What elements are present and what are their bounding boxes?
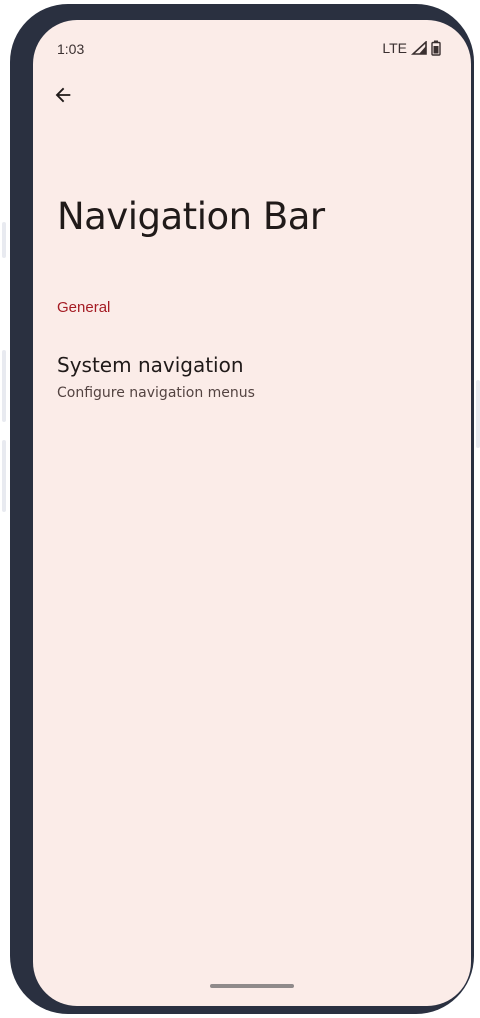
device-frame: 1:03 LTE Navigation Bar General System n… (10, 4, 474, 1014)
device-side-button (2, 222, 6, 258)
page-title: Navigation Bar (57, 195, 325, 238)
home-indicator[interactable] (210, 984, 294, 988)
section-header-general: General (57, 299, 111, 316)
system-navigation-item[interactable]: System navigation Configure navigation m… (33, 340, 471, 420)
device-side-button (2, 350, 6, 422)
device-side-button (476, 380, 480, 448)
screen: 1:03 LTE Navigation Bar General System n… (33, 20, 471, 1006)
device-side-button (2, 440, 6, 512)
status-bar: 1:03 LTE (33, 20, 471, 76)
battery-icon (431, 40, 441, 56)
network-type-label: LTE (382, 40, 407, 56)
preference-title: System navigation (57, 353, 244, 377)
back-arrow-icon (52, 84, 74, 111)
status-icons: LTE (382, 40, 441, 56)
back-button[interactable] (43, 77, 83, 117)
status-time: 1:03 (57, 41, 85, 57)
preference-summary: Configure navigation menus (57, 385, 255, 401)
signal-icon (411, 41, 427, 55)
